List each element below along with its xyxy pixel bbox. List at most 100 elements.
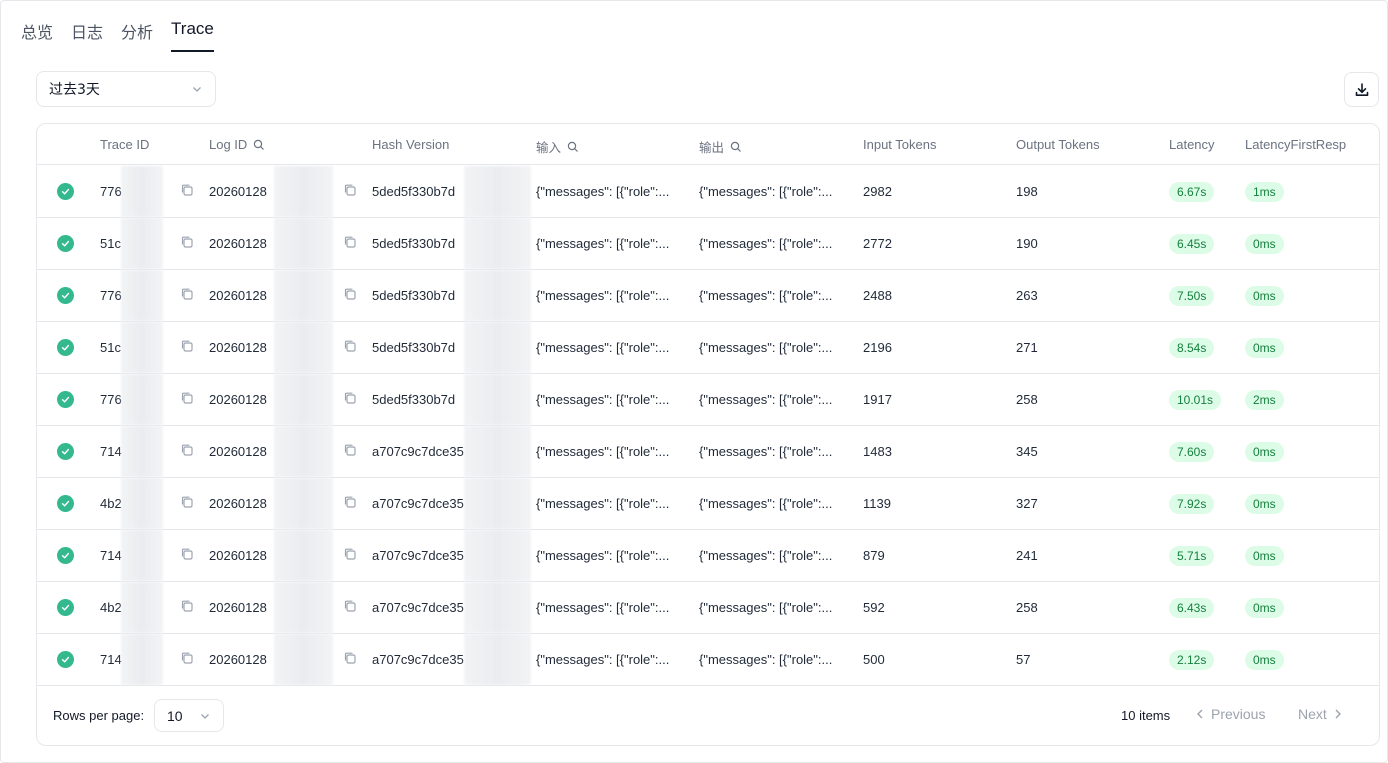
copy-icon[interactable] [180,495,194,509]
copy-icon[interactable] [343,599,357,613]
check-circle-icon [57,495,74,512]
copy-icon[interactable] [343,235,357,249]
chevron-left-icon [1197,709,1203,719]
col-input: 输入 [536,137,579,156]
copy-icon[interactable] [180,183,194,197]
redacted-log-id [274,218,333,269]
items-count: 10 items [1121,708,1171,723]
time-range-value: 过去3天 [49,82,100,98]
output-cell[interactable]: {"messages": [{"role":... [699,530,849,581]
copy-icon[interactable] [180,599,194,613]
input-cell[interactable]: {"messages": [{"role":... [536,322,686,373]
table-row[interactable]: 776 20260128 5ded5f330b7d {"messages": [{"r… [37,270,1379,322]
view-tabs: 总览 日志 分析 Trace [21,19,214,52]
copy-icon[interactable] [180,287,194,301]
copy-icon[interactable] [180,443,194,457]
table-row[interactable]: 4b2 20260128 a707c9c7dce35 {"messages": [{"… [37,582,1379,634]
redacted-log-id [274,530,333,581]
tab-trace[interactable]: Trace [171,19,214,52]
input-tokens-cell: 500 [863,652,885,667]
copy-icon[interactable] [343,339,357,353]
copy-icon[interactable] [343,391,357,405]
redacted-hash [464,582,531,633]
input-cell[interactable]: {"messages": [{"role":... [536,218,686,269]
copy-icon[interactable] [180,547,194,561]
previous-button[interactable]: Previous [1195,706,1265,722]
time-range-select[interactable]: 过去3天 [36,71,216,107]
rows-per-page-label: Rows per page: [53,708,145,723]
trace-table: Trace ID Log ID Hash Version 输入 输出 Input… [36,123,1380,746]
table-row[interactable]: 51c 20260128 5ded5f330b7d {"messages": [{"r… [37,322,1379,374]
latency-first-badge: 0ms [1245,597,1284,618]
table-row[interactable]: 714 20260128 a707c9c7dce35 {"messages": [{"… [37,530,1379,582]
search-icon[interactable] [253,139,265,151]
table-row[interactable]: 714 20260128 a707c9c7dce35 {"messages": [{"… [37,634,1379,686]
input-cell[interactable]: {"messages": [{"role":... [536,270,686,321]
output-cell[interactable]: {"messages": [{"role":... [699,374,849,425]
input-cell[interactable]: {"messages": [{"role":... [536,374,686,425]
copy-icon[interactable] [343,651,357,665]
output-tokens-cell: 57 [1016,652,1031,667]
tab-analysis[interactable]: 分析 [121,19,153,52]
output-cell[interactable]: {"messages": [{"role":... [699,322,849,373]
input-tokens-cell: 2772 [863,236,892,251]
input-cell[interactable]: {"messages": [{"role":... [536,582,686,633]
input-cell[interactable]: {"messages": [{"role":... [536,634,686,685]
input-cell[interactable]: {"messages": [{"role":... [536,166,686,217]
copy-icon[interactable] [180,651,194,665]
input-tokens-cell: 879 [863,548,885,563]
download-button[interactable] [1344,72,1379,107]
output-cell[interactable]: {"messages": [{"role":... [699,478,849,529]
latency-first-cell: 0ms [1245,322,1345,373]
latency-first-cell: 0ms [1245,582,1345,633]
input-cell[interactable]: {"messages": [{"role":... [536,530,686,581]
output-cell[interactable]: {"messages": [{"role":... [699,426,849,477]
latency-cell: 5.71s [1169,530,1239,581]
copy-icon[interactable] [180,339,194,353]
table-row[interactable]: 4b2 20260128 a707c9c7dce35 {"messages": [{"… [37,478,1379,530]
input-tokens-cell: 2488 [863,288,892,303]
table-row[interactable]: 714 20260128 a707c9c7dce35 {"messages": [{"… [37,426,1379,478]
copy-icon[interactable] [180,235,194,249]
copy-icon[interactable] [343,443,357,457]
input-cell[interactable]: {"messages": [{"role":... [536,426,686,477]
search-icon[interactable] [730,141,742,153]
copy-icon[interactable] [343,287,357,301]
redacted-hash [464,322,531,373]
output-cell[interactable]: {"messages": [{"role":... [699,166,849,217]
copy-icon[interactable] [343,183,357,197]
tab-overview[interactable]: 总览 [21,19,53,52]
latency-cell: 6.43s [1169,582,1239,633]
latency-cell: 7.60s [1169,426,1239,477]
table-row[interactable]: 51c 20260128 5ded5f330b7d {"messages": [{"r… [37,218,1379,270]
col-input-tokens: Input Tokens [863,137,937,152]
redacted-log-id [274,166,333,217]
latency-first-badge: 0ms [1245,233,1284,254]
latency-first-cell: 0ms [1245,426,1345,477]
table-row[interactable]: 776 20260128 5ded5f330b7d {"messages": [{"r… [37,374,1379,426]
table-row[interactable]: 776 20260128 5ded5f330b7d {"messages": [{"r… [37,166,1379,218]
redacted-trace-id [121,322,163,373]
next-button[interactable]: Next [1298,706,1343,722]
output-tokens-cell: 198 [1016,184,1038,199]
redacted-log-id [274,426,333,477]
copy-icon[interactable] [343,547,357,561]
output-tokens-cell: 345 [1016,444,1038,459]
tab-logs[interactable]: 日志 [71,19,103,52]
copy-icon[interactable] [180,391,194,405]
output-cell[interactable]: {"messages": [{"role":... [699,634,849,685]
search-icon[interactable] [567,141,579,153]
redacted-hash [464,426,531,477]
input-tokens-cell: 1483 [863,444,892,459]
rows-per-page-select[interactable]: 10 [154,699,224,732]
output-cell[interactable]: {"messages": [{"role":... [699,582,849,633]
input-cell[interactable]: {"messages": [{"role":... [536,478,686,529]
output-cell[interactable]: {"messages": [{"role":... [699,270,849,321]
input-tokens-cell: 592 [863,600,885,615]
redacted-log-id [274,634,333,685]
output-cell[interactable]: {"messages": [{"role":... [699,218,849,269]
copy-icon[interactable] [343,495,357,509]
redacted-trace-id [121,270,163,321]
redacted-hash [464,374,531,425]
latency-first-badge: 0ms [1245,441,1284,462]
